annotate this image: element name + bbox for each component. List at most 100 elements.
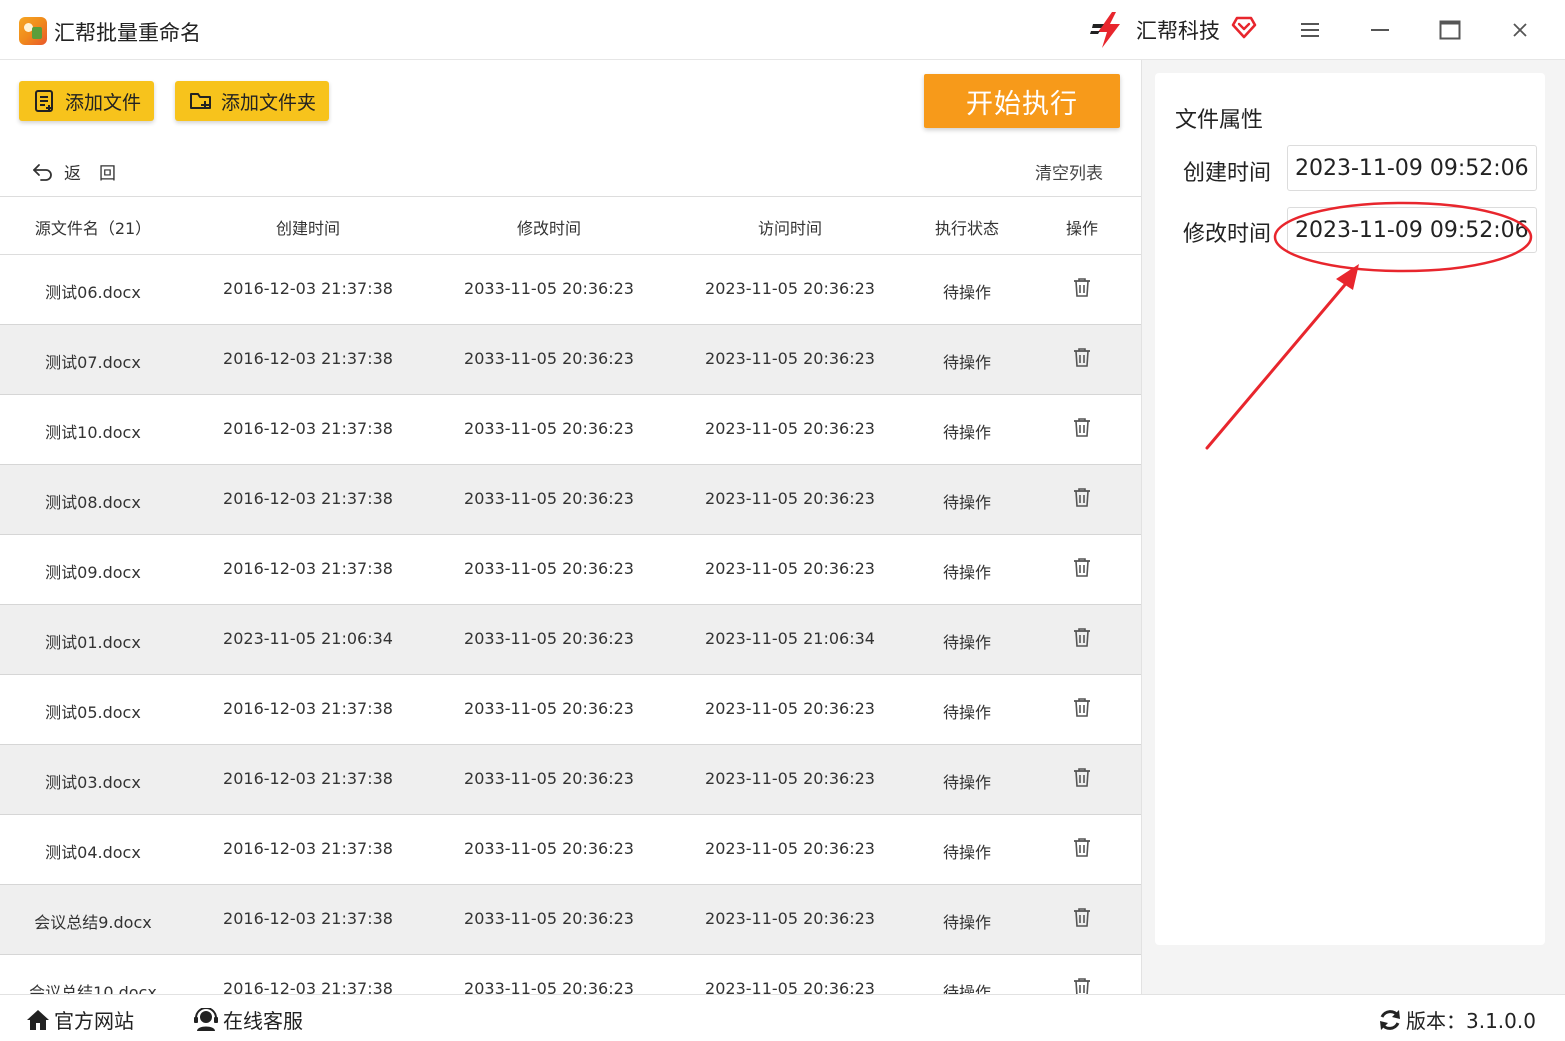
home-icon [27, 1009, 49, 1030]
cell-filename: 测试10.docx [45, 423, 141, 442]
official-site-label: 官方网站 [54, 1009, 134, 1033]
maximize-button[interactable] [1432, 12, 1468, 48]
delete-button[interactable] [1062, 417, 1102, 437]
cell-status: 待操作 [942, 493, 991, 512]
close-button[interactable] [1502, 12, 1538, 48]
header-created: 创建时间 [275, 219, 340, 238]
cell-status: 待操作 [942, 563, 991, 582]
back-button[interactable]: 返回 [32, 158, 134, 184]
cell-status: 待操作 [942, 633, 991, 652]
delete-button[interactable] [1062, 557, 1102, 577]
cell-status: 待操作 [942, 773, 991, 792]
close-icon [1513, 23, 1527, 37]
app-logo-icon [19, 17, 47, 45]
add-file-label: 添加文件 [65, 91, 142, 114]
cell-accessed: 2023-11-05 21:06:34 [705, 629, 875, 648]
add-folder-icon [190, 93, 211, 109]
cell-accessed: 2023-11-05 20:36:23 [705, 839, 875, 858]
cell-created: 2023-11-05 21:06:34 [223, 629, 393, 648]
table-row[interactable]: 测试04.docx 2016-12-03 21:37:38 2033-11-05 2… [0, 815, 1141, 885]
menu-button[interactable] [1292, 12, 1328, 48]
table-row[interactable]: 测试01.docx 2023-11-05 21:06:34 2033-11-05 2… [0, 605, 1141, 675]
brand-name: 汇帮科技 [1136, 19, 1220, 43]
delete-button[interactable] [1062, 977, 1102, 994]
cell-filename: 会议总结9.docx [34, 913, 152, 932]
online-service-link[interactable]: 在线客服 [193, 1005, 303, 1034]
cell-status: 待操作 [942, 353, 991, 372]
cell-modified: 2033-11-05 20:36:23 [464, 629, 634, 648]
trash-icon [1074, 488, 1090, 507]
add-file-button[interactable]: 添加文件 [19, 81, 154, 121]
official-site-link[interactable]: 官方网站 [26, 1005, 134, 1034]
back-arrow-icon [33, 164, 52, 181]
trash-icon [1074, 348, 1090, 367]
refresh-icon [1380, 1009, 1400, 1030]
online-service-label: 在线客服 [223, 1009, 303, 1033]
delete-button[interactable] [1062, 907, 1102, 927]
delete-button[interactable] [1062, 627, 1102, 647]
table-row[interactable]: 测试05.docx 2016-12-03 21:37:38 2033-11-05 2… [0, 675, 1141, 745]
add-file-icon [35, 90, 53, 112]
cell-created: 2016-12-03 21:37:38 [223, 909, 393, 928]
app-title: 汇帮批量重命名 [54, 21, 201, 45]
file-table: 源文件名（21） 创建时间 修改时间 访问时间 执行状态 操作 测试06.doc… [0, 196, 1141, 994]
cell-accessed: 2023-11-05 20:36:23 [705, 559, 875, 578]
minimize-button[interactable] [1362, 12, 1398, 48]
cell-filename: 测试03.docx [45, 773, 141, 792]
cell-created: 2016-12-03 21:37:38 [223, 419, 393, 438]
delete-button[interactable] [1062, 277, 1102, 297]
table-row[interactable]: 会议总结10.docx 2016-12-03 21:37:38 2033-11-05… [0, 955, 1141, 994]
cell-accessed: 2023-11-05 20:36:23 [705, 489, 875, 508]
headset-icon [194, 1007, 218, 1031]
cell-filename: 测试09.docx [45, 563, 141, 582]
cell-created: 2016-12-03 21:37:38 [223, 769, 393, 788]
delete-button[interactable] [1062, 767, 1102, 787]
add-folder-button[interactable]: 添加文件夹 [175, 81, 329, 121]
cell-created: 2016-12-03 21:37:38 [223, 839, 393, 858]
table-row[interactable]: 测试03.docx 2016-12-03 21:37:38 2033-11-05 2… [0, 745, 1141, 815]
trash-icon [1074, 698, 1090, 717]
table-row[interactable]: 测试07.docx 2016-12-03 21:37:38 2033-11-05 2… [0, 325, 1141, 395]
menu-icon [1301, 23, 1319, 37]
vip-heart-icon[interactable] [1231, 14, 1257, 40]
cell-modified: 2033-11-05 20:36:23 [464, 419, 634, 438]
version-text: 版本：3.1.0.0 [1406, 1009, 1536, 1033]
cell-modified: 2033-11-05 20:36:23 [464, 559, 634, 578]
cell-modified: 2033-11-05 20:36:23 [464, 279, 634, 298]
header-action: 操作 [1065, 219, 1098, 238]
created-time-input[interactable] [1287, 145, 1537, 191]
table-row[interactable]: 测试08.docx 2016-12-03 21:37:38 2033-11-05 2… [0, 465, 1141, 535]
table-header: 源文件名（21） 创建时间 修改时间 访问时间 执行状态 操作 [0, 197, 1141, 255]
properties-panel [1155, 73, 1545, 945]
table-row[interactable]: 测试06.docx 2016-12-03 21:37:38 2033-11-05 2… [0, 255, 1141, 325]
cell-filename: 测试07.docx [45, 353, 141, 372]
start-button[interactable]: 开始执行 [924, 74, 1120, 128]
cell-filename: 会议总结10.docx [29, 983, 157, 994]
cell-accessed: 2023-11-05 20:36:23 [705, 909, 875, 928]
version-info: 版本：3.1.0.0 [1378, 1005, 1536, 1034]
cell-accessed: 2023-11-05 20:36:23 [705, 699, 875, 718]
header-modified: 修改时间 [516, 219, 581, 238]
delete-button[interactable] [1062, 837, 1102, 857]
cell-status: 待操作 [942, 843, 991, 862]
delete-button[interactable] [1062, 347, 1102, 367]
table-row[interactable]: 测试10.docx 2016-12-03 21:37:38 2033-11-05 2… [0, 395, 1141, 465]
modified-time-input[interactable] [1287, 207, 1537, 253]
cell-accessed: 2023-11-05 20:36:23 [705, 349, 875, 368]
back-label: 返回 [64, 163, 134, 184]
delete-button[interactable] [1062, 487, 1102, 507]
minimize-icon [1371, 29, 1389, 31]
maximize-icon [1439, 20, 1461, 40]
cell-status: 待操作 [942, 423, 991, 442]
clear-list-button[interactable]: 清空列表 [1035, 159, 1103, 184]
cell-filename: 测试04.docx [45, 843, 141, 862]
table-row[interactable]: 测试09.docx 2016-12-03 21:37:38 2033-11-05 2… [0, 535, 1141, 605]
cell-modified: 2033-11-05 20:36:23 [464, 349, 634, 368]
delete-button[interactable] [1062, 697, 1102, 717]
trash-icon [1074, 628, 1090, 647]
cell-modified: 2033-11-05 20:36:23 [464, 769, 634, 788]
table-row[interactable]: 会议总结9.docx 2016-12-03 21:37:38 2033-11-05 … [0, 885, 1141, 955]
cell-filename: 测试05.docx [45, 703, 141, 722]
cell-filename: 测试06.docx [45, 283, 141, 302]
properties-title: 文件属性 [1175, 108, 1264, 133]
